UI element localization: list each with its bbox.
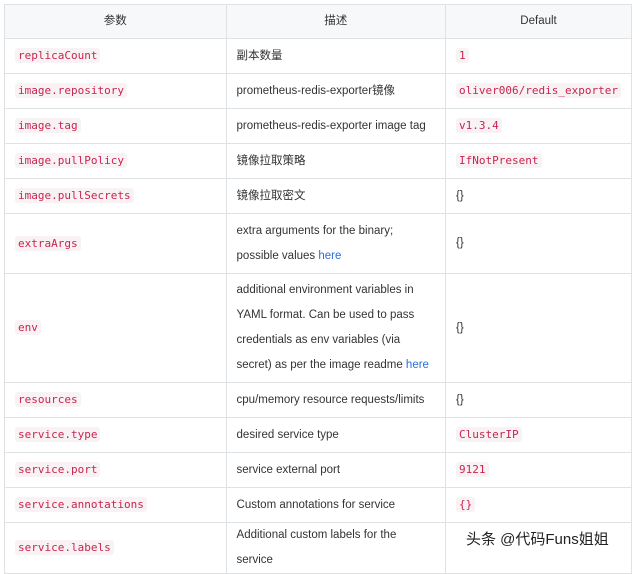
default-cell: {} [445,382,632,418]
row-param: image.pullSecrets [15,188,134,203]
param-cell: extraArgs [4,213,227,274]
row-default: {} [456,321,464,334]
table-row: replicaCount 副本数量 1 [4,38,632,74]
row-description: prometheus-redis-exporter image tag [236,119,426,132]
param-cell: service.port [4,452,227,488]
row-description: Custom annotations for service [236,498,396,511]
row-default: {} [456,237,464,249]
param-cell: image.repository [4,73,227,109]
param-cell: image.pullPolicy [4,143,227,179]
row-default: v1.3.4 [456,118,502,133]
row-param: env [15,320,41,335]
row-description: extra arguments for the binary; possible… [236,224,394,262]
row-param: service.port [15,462,101,477]
desc-cell: prometheus-redis-exporter image tag [225,108,447,144]
default-cell: ClusterIP [445,417,632,453]
row-param: extraArgs [15,235,81,251]
table-header: 参数 描述 Default [4,4,632,39]
default-cell: {} [445,178,632,214]
desc-cell: cpu/memory resource requests/limits [225,382,447,418]
row-param: replicaCount [15,48,101,63]
default-cell: oliver006/redis_exporter [445,73,632,109]
here-link[interactable]: here [318,250,341,262]
desc-cell: additional environment variables in YAML… [225,273,447,383]
default-cell: {} [445,273,632,383]
desc-cell: desired service type [225,417,447,453]
row-param: image.pullPolicy [15,153,127,168]
row-param: image.tag [15,118,81,133]
row-param: service.type [15,427,101,442]
row-param: resources [15,392,81,407]
table-row: env additional environment variables in Y… [4,273,632,383]
desc-cell: service external port [225,452,447,488]
row-description: 副本数量 [236,49,283,62]
here-link[interactable]: here [406,359,429,371]
table-row: image.repository prometheus-redis-exporte… [4,73,632,109]
default-cell: {} [445,487,632,523]
param-cell: image.pullSecrets [4,178,227,214]
table-row: resources cpu/memory resource requests/li… [4,382,632,418]
row-description: service external port [236,463,341,476]
table-row: image.pullSecrets 镜像拉取密文 {} [4,178,632,214]
desc-cell: extra arguments for the binary; possible… [225,213,447,274]
param-cell: service.labels [4,522,227,574]
row-default: ClusterIP [456,427,522,442]
row-description: 镜像拉取密文 [236,189,306,202]
row-param: service.annotations [15,497,147,512]
desc-cell: 镜像拉取密文 [225,178,447,214]
desc-cell: 副本数量 [225,38,447,74]
param-cell: env [4,273,227,383]
row-description: 镜像拉取策略 [236,154,306,167]
param-cell: resources [4,382,227,418]
default-cell: v1.3.4 [445,108,632,144]
row-default: {} [456,497,476,512]
param-cell: service.type [4,417,227,453]
default-cell: 1 [445,38,632,74]
table-row: service.annotations Custom annotations fo… [4,487,632,523]
desc-cell: prometheus-redis-exporter镜像 [225,73,447,109]
default-cell: 9121 [445,452,632,488]
row-description: cpu/memory resource requests/limits [236,393,425,406]
header-param: 参数 [4,4,227,39]
table-row: extraArgs extra arguments for the binary;… [4,213,632,274]
row-default: 9121 [456,462,489,477]
row-description: desired service type [236,428,339,441]
header-desc: 描述 [225,4,447,39]
parameters-table: 参数 描述 Default replicaCount 副本数量 1 image.rep… [4,4,632,574]
desc-cell: Additional custom labels for the service [225,522,447,574]
default-cell: IfNotPresent [445,143,632,179]
header-default: Default [445,4,632,39]
watermark: 头条 @代码Funs姐姐 [466,528,609,549]
table-row: image.tag prometheus-redis-exporter image… [4,108,632,144]
row-default: {} [456,189,464,202]
row-default: IfNotPresent [456,153,542,168]
row-description: additional environment variables in YAML… [236,284,415,371]
desc-cell: 镜像拉取策略 [225,143,447,179]
row-default: oliver006/redis_exporter [456,83,621,98]
row-description: prometheus-redis-exporter镜像 [236,84,396,97]
table-row: service.port service external port 9121 [4,452,632,488]
table-row: image.pullPolicy 镜像拉取策略 IfNotPresent [4,143,632,179]
row-default: 1 [456,48,469,63]
table-row: service.type desired service type ClusterI… [4,417,632,453]
param-cell: replicaCount [4,38,227,74]
param-cell: image.tag [4,108,227,144]
row-param: image.repository [15,83,127,98]
param-cell: service.annotations [4,487,227,523]
default-cell: {} [445,213,632,274]
row-param: service.labels [15,540,114,555]
row-description: Additional custom labels for the service [236,529,397,566]
row-default: {} [456,393,464,406]
desc-cell: Custom annotations for service [225,487,447,523]
